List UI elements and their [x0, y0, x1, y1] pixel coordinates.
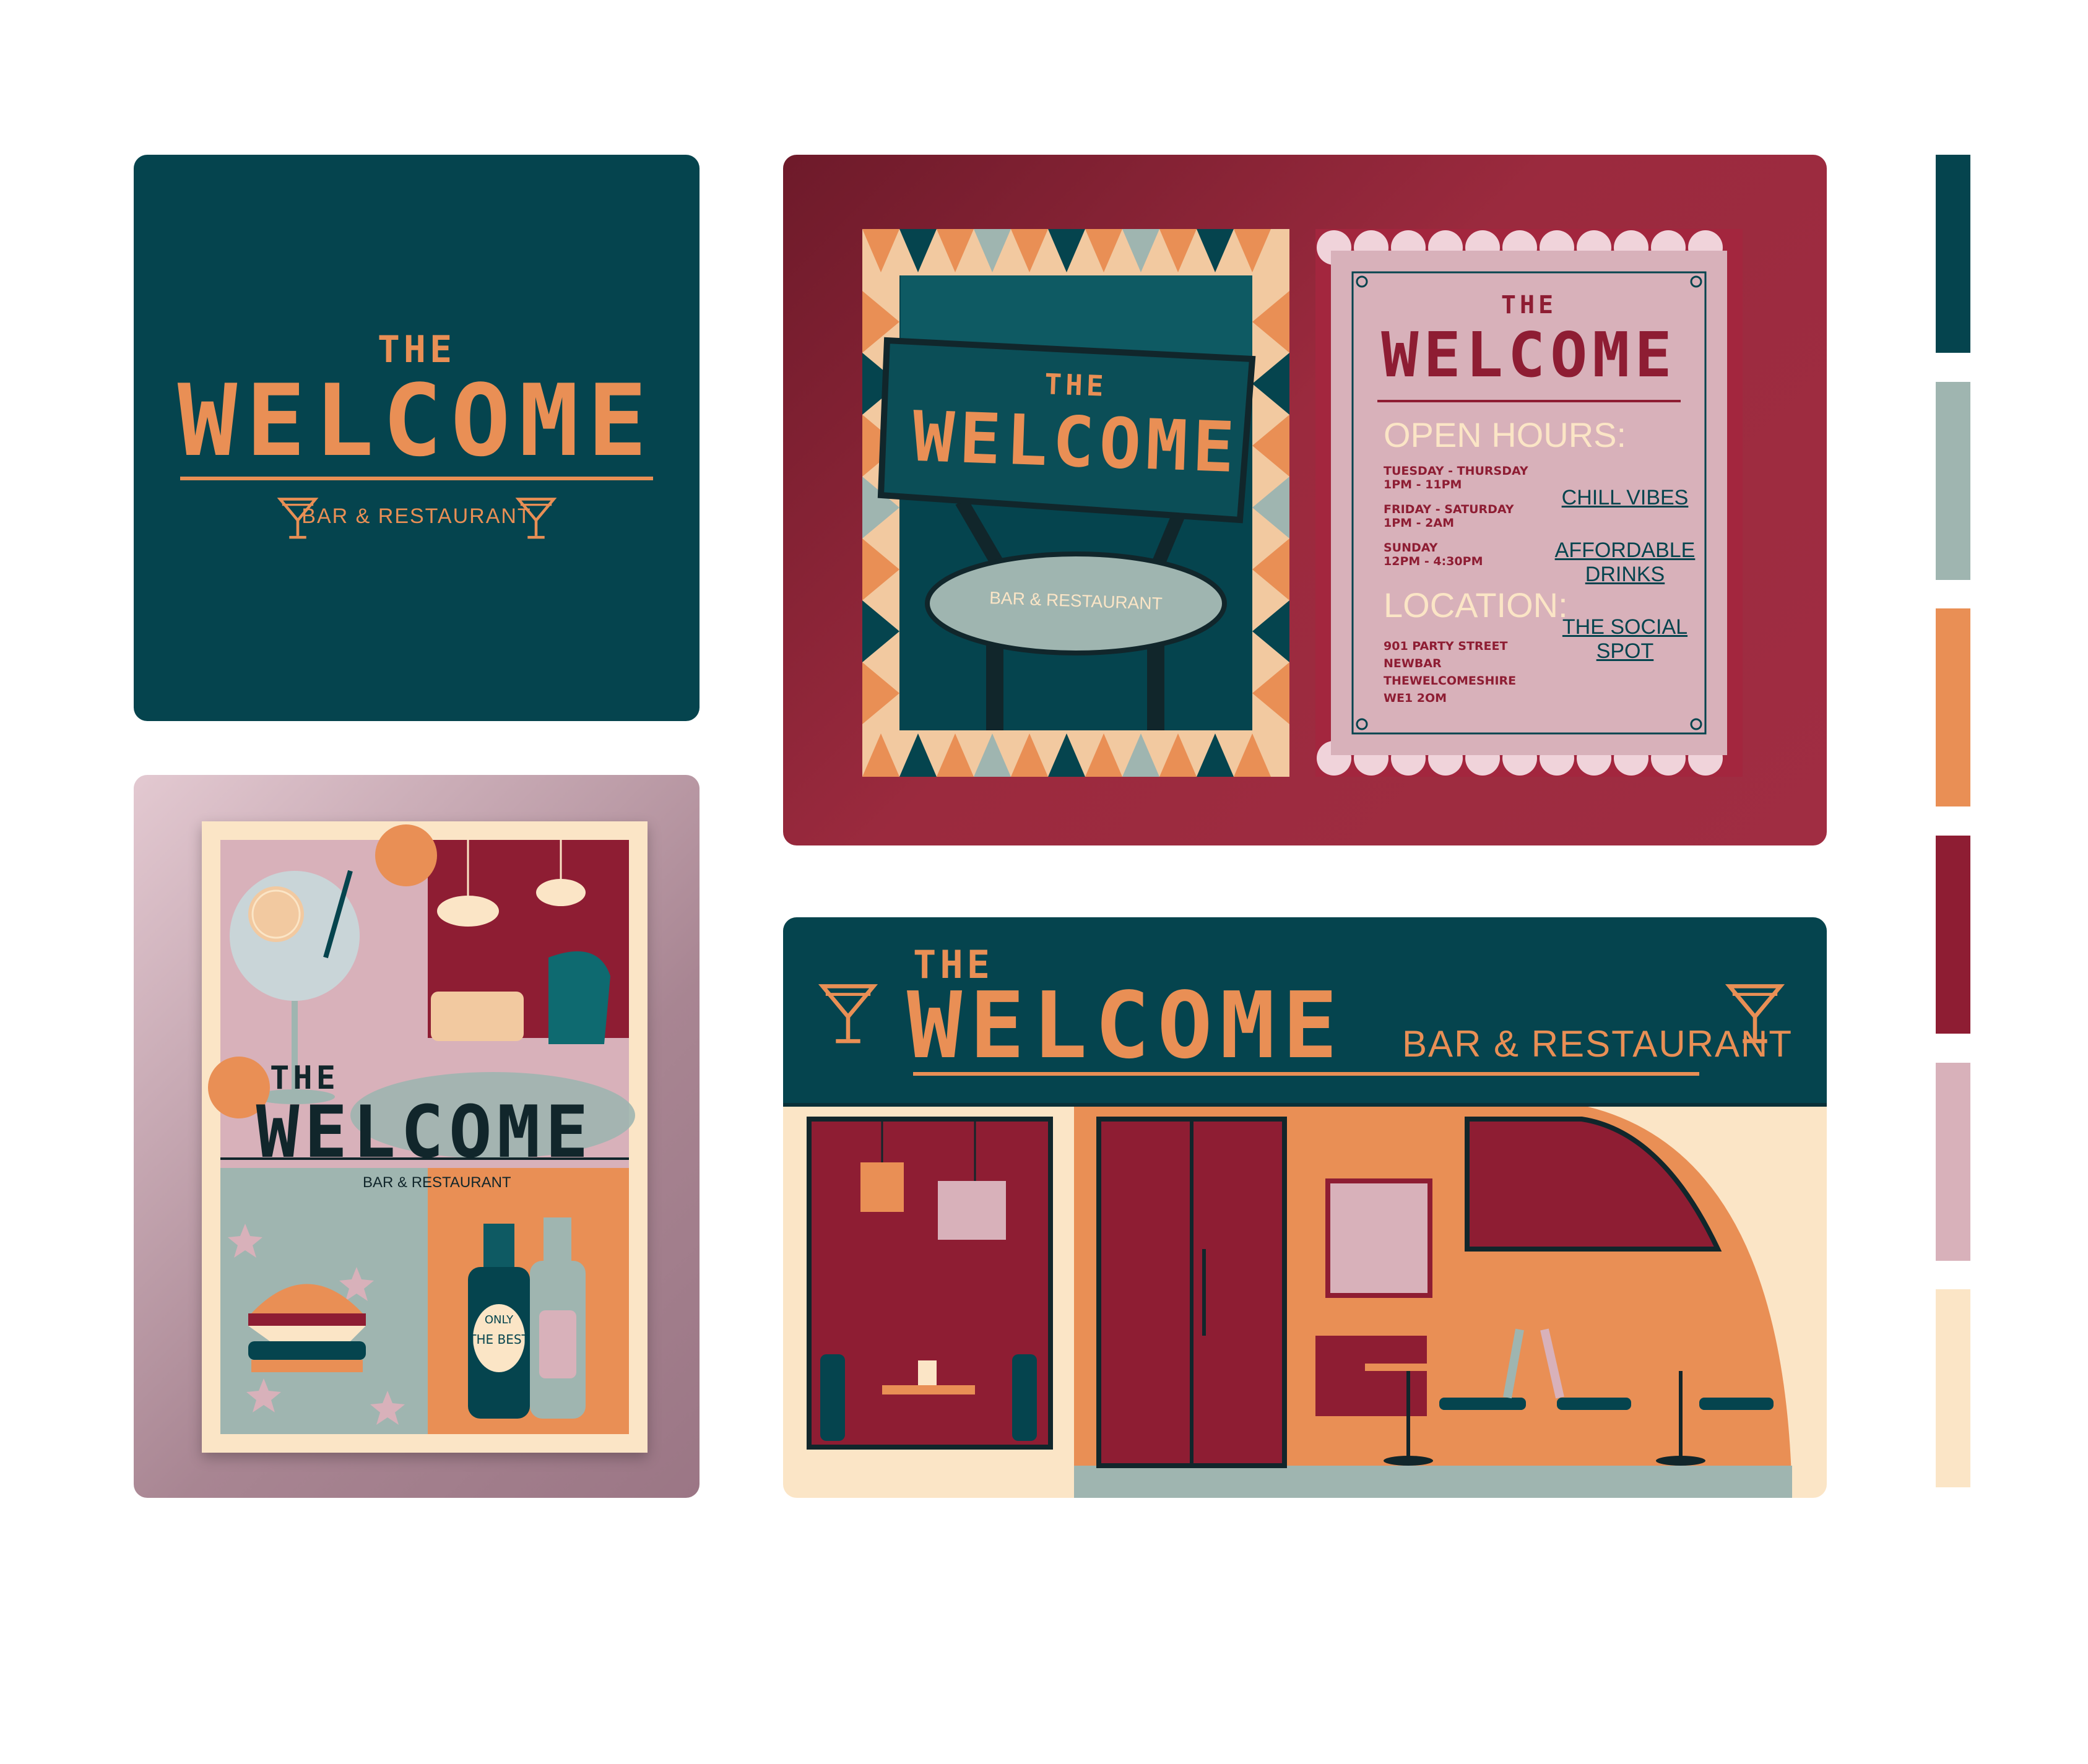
food-poster: THE WELCOME BAR & RESTAURANT ONLY THE BE… — [202, 821, 648, 1453]
storefront-underline — [913, 1072, 1699, 1076]
logo-panel: THE WELCOME BAR & RESTAURANT — [134, 155, 700, 721]
hours-days: FRIDAY - SATURDAY — [1384, 503, 1514, 516]
swatch-teal — [1936, 155, 1970, 353]
bottle-label-bottom: THE BEST — [469, 1332, 529, 1347]
logo-underline — [180, 477, 653, 480]
cocktail-glass-icon — [515, 498, 557, 539]
feature-item: THE SOCIAL SPOT — [1562, 615, 1688, 663]
feature-item: AFFORDABLE DRINKS — [1554, 538, 1696, 586]
hours-item: SUNDAY 12PM - 4:30PM — [1384, 541, 1557, 568]
hours-days: SUNDAY — [1384, 541, 1438, 555]
address-line: THEWELCOMESHIRE — [1384, 674, 1517, 688]
storefront-scene — [807, 1107, 1792, 1498]
swatch-sage — [1936, 382, 1970, 580]
bottle-label-top: ONLY — [484, 1313, 514, 1326]
hours-time: 12PM - 4:30PM — [1384, 555, 1483, 568]
logo-tagline: BAR & RESTAURANT — [301, 504, 532, 528]
hours-list: TUESDAY - THURSDAY 1PM - 11PM FRIDAY - S… — [1384, 464, 1557, 568]
posters-panel: THE WELCOME BAR & RESTAURANT THE WELCOME… — [783, 155, 1827, 845]
hours-welcome: WELCOME — [1381, 319, 1677, 391]
food-welcome: WELCOME — [256, 1091, 594, 1174]
sign-poster: THE WELCOME BAR & RESTAURANT — [862, 229, 1289, 777]
features-list: CHILL VIBES AFFORDABLE DRINKS THE SOCIAL… — [1532, 486, 1718, 664]
hours-the: THE — [1501, 291, 1557, 319]
hours-days: TUESDAY - THURSDAY — [1384, 464, 1528, 478]
storefront-welcome: WELCOME — [907, 972, 1345, 1079]
open-hours-heading: OPEN HOURS: — [1384, 415, 1627, 454]
address-block: 901 PARTY STREET NEWBAR THEWELCOMESHIRE … — [1384, 638, 1516, 707]
logo-welcome: WELCOME — [177, 363, 656, 478]
address-line: WE1 2OM — [1384, 691, 1447, 705]
sign-poster-pattern — [862, 229, 1289, 777]
cocktail-glass-icon — [818, 984, 878, 1044]
swatch-orange — [1936, 608, 1970, 806]
hours-time: 1PM - 11PM — [1384, 478, 1462, 491]
hours-item: TUESDAY - THURSDAY 1PM - 11PM — [1384, 464, 1557, 491]
storefront-tagline: BAR & RESTAURANT — [1402, 1023, 1793, 1065]
swatch-cream — [1936, 1289, 1970, 1487]
swatch-crimson — [1936, 836, 1970, 1034]
hours-poster: THE WELCOME OPEN HOURS: TUESDAY - THURSD… — [1315, 229, 1743, 777]
storefront-panel: THE WELCOME BAR & RESTAURANT — [783, 917, 1827, 1498]
hours-item: FRIDAY - SATURDAY 1PM - 2AM — [1384, 503, 1557, 530]
food-poster-panel: THE WELCOME BAR & RESTAURANT ONLY THE BE… — [134, 775, 700, 1498]
hours-time: 1PM - 2AM — [1384, 516, 1454, 530]
address-line: NEWBAR — [1384, 657, 1442, 670]
feature-item: CHILL VIBES — [1561, 486, 1689, 509]
address-line: 901 PARTY STREET — [1384, 639, 1508, 653]
food-tagline: BAR & RESTAURANT — [363, 1174, 511, 1191]
swatch-mauve — [1936, 1063, 1970, 1261]
sign-welcome: WELCOME — [911, 396, 1241, 489]
